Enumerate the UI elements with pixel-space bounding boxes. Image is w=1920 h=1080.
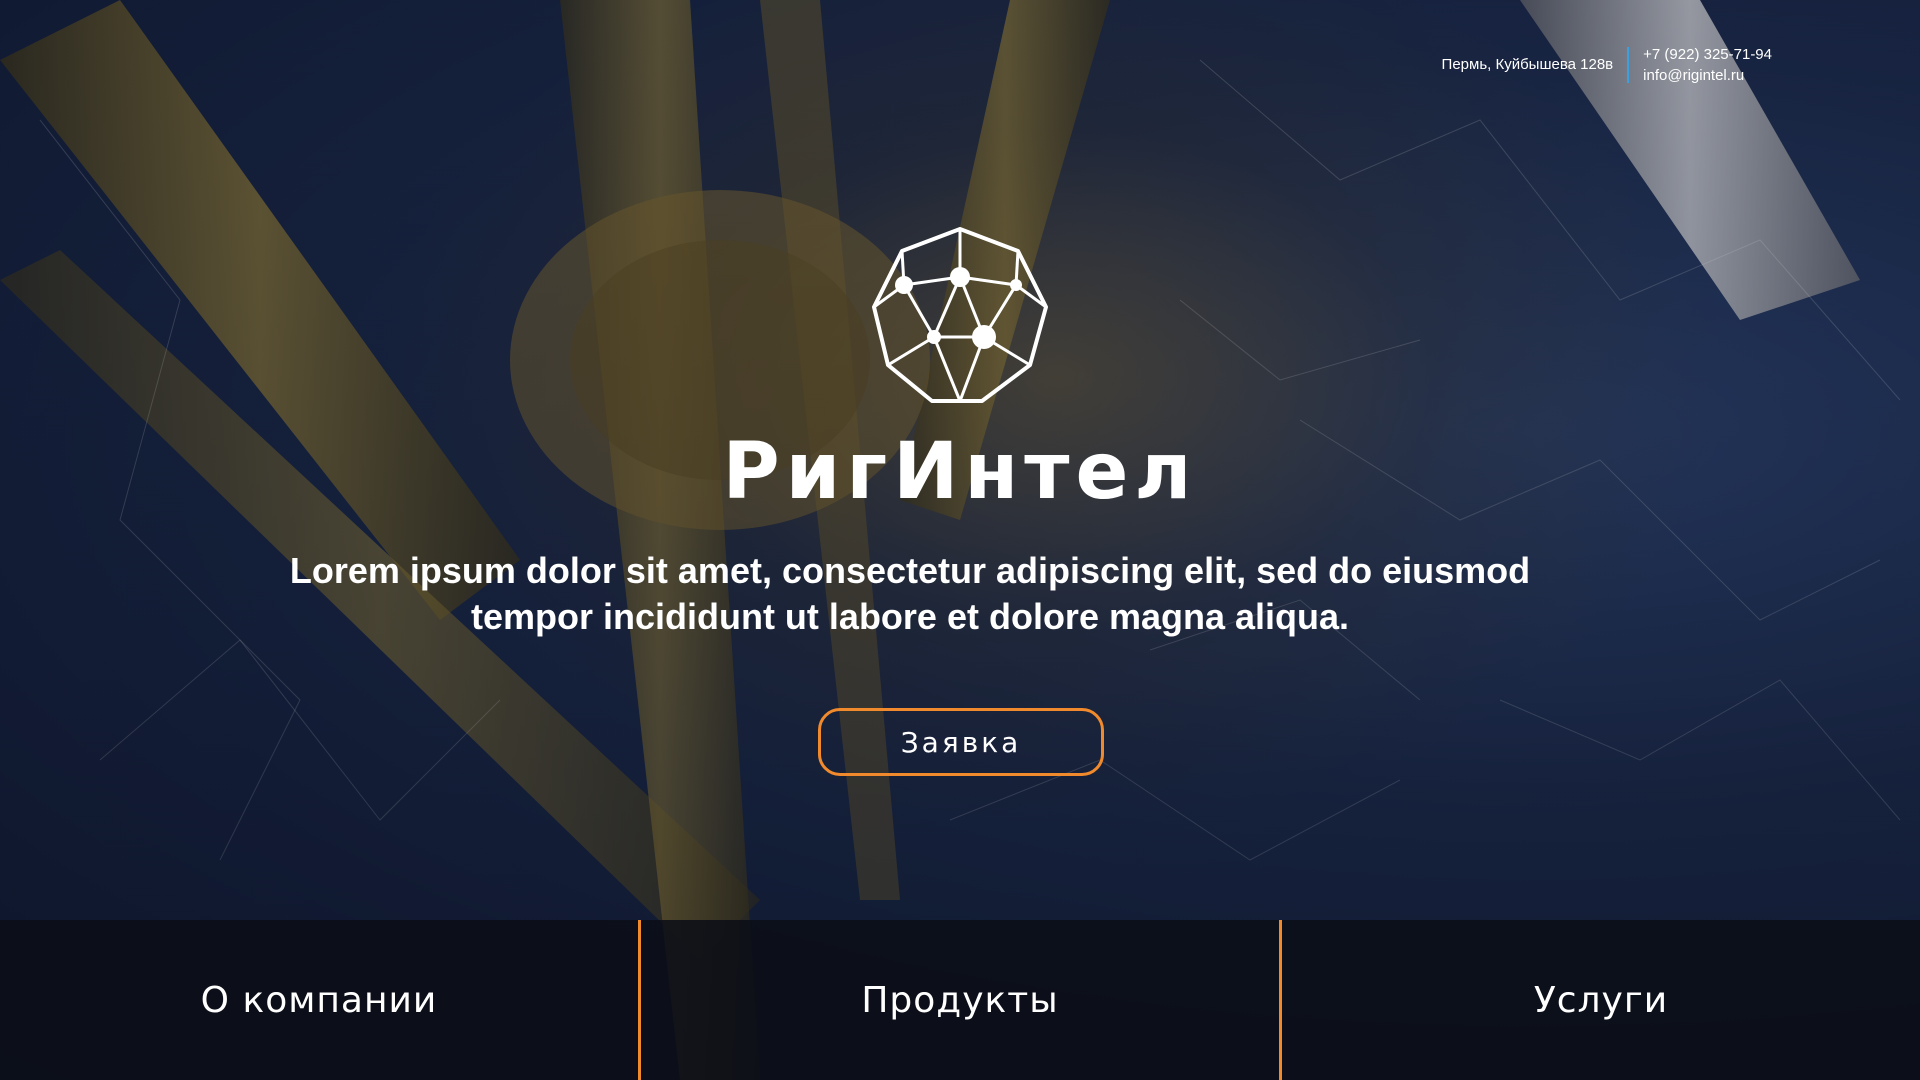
brand-name: РигИнтел [722, 427, 1198, 517]
bottom-nav: О компании Продукты Услуги [0, 920, 1920, 1080]
request-button[interactable]: Заявка [818, 708, 1104, 776]
email-link[interactable]: info@rigintel.ru [1643, 65, 1772, 86]
tagline-line-1: Lorem ipsum dolor sit amet, consectetur … [289, 550, 1531, 591]
background-overlay [0, 0, 1920, 1080]
nav-item-services[interactable]: Услуги [1279, 920, 1920, 1080]
hero-page: Пермь, Куйбышева 128в +7 (922) 325-71-94… [0, 0, 1920, 1080]
nav-item-products[interactable]: Продукты [638, 920, 1279, 1080]
header-contacts: Пермь, Куйбышева 128в +7 (922) 325-71-94… [1442, 44, 1772, 86]
tagline-line-2: tempor incididunt ut labore et dolore ma… [470, 596, 1350, 637]
contact-details: +7 (922) 325-71-94 info@rigintel.ru [1629, 44, 1772, 86]
phone-link[interactable]: +7 (922) 325-71-94 [1643, 44, 1772, 65]
nav-item-about[interactable]: О компании [0, 920, 638, 1080]
network-polygon-icon [872, 227, 1048, 403]
address-text: Пермь, Куйбышева 128в [1442, 47, 1630, 83]
hero-tagline: Lorem ipsum dolor sit amet, consectetur … [260, 548, 1560, 640]
